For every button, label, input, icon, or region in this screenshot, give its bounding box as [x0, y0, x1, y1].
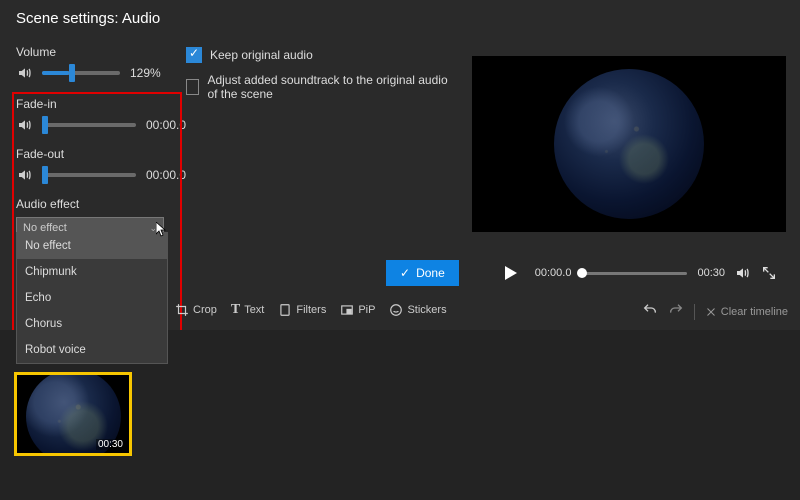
seek-slider[interactable]	[581, 272, 687, 275]
fadein-value: 00:00.0	[146, 118, 186, 132]
check-icon: ✓	[400, 266, 410, 280]
filters-tool[interactable]: Filters	[278, 303, 326, 317]
timeline-clip[interactable]: 00:30	[14, 372, 132, 456]
window-title: Scene settings: Audio	[0, 0, 800, 35]
audio-effect-dropdown: No effect Chipmunk Echo Chorus Robot voi…	[16, 232, 168, 364]
cursor-icon	[156, 222, 168, 241]
dropdown-item[interactable]: Echo	[17, 285, 167, 311]
volume-icon[interactable]	[735, 265, 751, 281]
adjust-soundtrack-checkbox[interactable]	[186, 79, 199, 95]
fadeout-slider[interactable]	[42, 173, 136, 177]
speaker-icon	[16, 117, 36, 133]
playback-total: 00:30	[697, 267, 725, 279]
text-tool[interactable]: T Text	[231, 302, 265, 318]
clip-duration: 00:30	[96, 439, 125, 450]
preview-image	[554, 69, 704, 219]
dropdown-item[interactable]: Robot voice	[17, 337, 167, 363]
play-button[interactable]	[505, 266, 517, 280]
keep-original-checkbox[interactable]	[186, 47, 202, 63]
volume-value: 129%	[130, 66, 161, 80]
dropdown-item[interactable]: No effect	[17, 233, 167, 259]
text-icon: T	[231, 302, 240, 318]
playback-current: 00:00.0	[535, 267, 572, 279]
adjust-soundtrack-label: Adjust added soundtrack to the original …	[207, 73, 460, 101]
stickers-tool[interactable]: Stickers	[389, 303, 446, 317]
crop-label: Crop	[193, 304, 217, 316]
fadeout-label: Fade-out	[16, 147, 444, 161]
volume-slider[interactable]	[42, 71, 120, 75]
text-label: Text	[244, 304, 264, 316]
clear-timeline-label: Clear timeline	[721, 306, 788, 318]
pip-tool[interactable]: PiP	[340, 303, 375, 317]
fadeout-value: 00:00.0	[146, 168, 186, 182]
keep-original-label: Keep original audio	[210, 48, 313, 62]
done-button[interactable]: ✓ Done	[386, 260, 459, 286]
pip-label: PiP	[358, 304, 375, 316]
speaker-icon	[16, 167, 36, 183]
filters-label: Filters	[296, 304, 326, 316]
audio-effect-label: Audio effect	[16, 197, 444, 211]
undo-button[interactable]	[642, 302, 658, 321]
preview-pane	[472, 56, 786, 232]
clear-timeline-button[interactable]: Clear timeline	[705, 306, 788, 318]
dropdown-item[interactable]: Chorus	[17, 311, 167, 337]
dropdown-item[interactable]: Chipmunk	[17, 259, 167, 285]
crop-tool[interactable]: Crop	[175, 303, 217, 317]
stickers-label: Stickers	[407, 304, 446, 316]
redo-button[interactable]	[668, 302, 684, 321]
done-label: Done	[416, 266, 445, 280]
fadein-slider[interactable]	[42, 123, 136, 127]
speaker-icon	[16, 65, 36, 81]
fullscreen-icon[interactable]	[761, 265, 777, 281]
